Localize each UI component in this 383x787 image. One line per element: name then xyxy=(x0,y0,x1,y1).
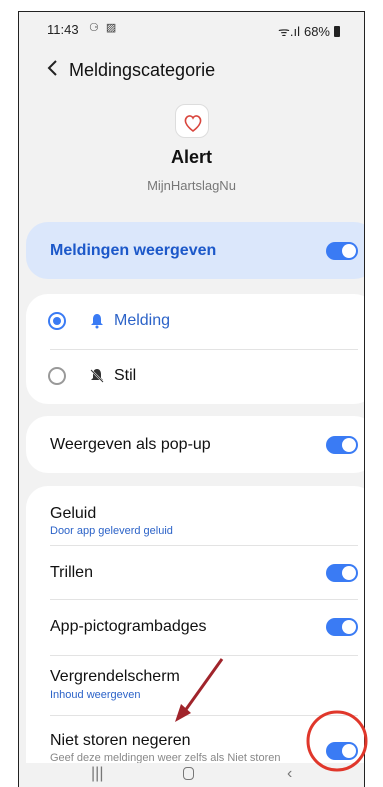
badges-toggle[interactable] xyxy=(326,618,358,636)
show-notifications-label: Meldingen weergeven xyxy=(50,242,217,259)
dnd-label: Niet storen negeren xyxy=(50,732,191,749)
heart-logo-icon xyxy=(184,115,201,133)
navigation-bar: ||| ‹ xyxy=(19,763,364,787)
page-title: Meldingscategorie xyxy=(69,60,216,80)
vibrate-row[interactable]: Trillen xyxy=(26,545,364,599)
back-arrow-icon[interactable] xyxy=(41,56,65,80)
stil-label: Stil xyxy=(114,367,137,384)
back-nav-icon[interactable]: ‹ xyxy=(287,765,292,783)
app-info: Alert MijnHartslagNu xyxy=(19,104,364,193)
vibrate-toggle[interactable] xyxy=(326,564,358,582)
bell-icon xyxy=(91,314,103,329)
status-bar: 11:43 ⚆ ▨ ᯤ.ıl 68% xyxy=(19,12,364,48)
settings-card: Geluid Door app geleverd geluid Trillen … xyxy=(26,486,364,787)
vibrate-label: Trillen xyxy=(50,564,93,581)
radio-melding[interactable] xyxy=(48,312,66,330)
home-icon[interactable] xyxy=(183,767,194,785)
lockscreen-row[interactable]: Vergrendelscherm Inhoud weergeven xyxy=(26,655,364,715)
battery-icon xyxy=(334,25,340,37)
sound-label: Geluid xyxy=(50,505,97,522)
app-package: MijnHartslagNu xyxy=(147,178,236,193)
badges-label: App-pictogrambadges xyxy=(50,618,207,635)
popup-label: Weergeven als pop-up xyxy=(50,436,211,453)
lockscreen-sub: Inhoud weergeven xyxy=(50,689,141,701)
radio-stil[interactable] xyxy=(48,367,66,385)
popup-card[interactable]: Weergeven als pop-up xyxy=(26,416,364,473)
signal-icon: ᯤ.ıl xyxy=(277,24,300,39)
alert-type-card: Melding Stil xyxy=(26,294,364,404)
recent-apps-icon[interactable]: ||| xyxy=(91,765,103,783)
melding-label: Melding xyxy=(114,312,171,329)
show-notifications-toggle[interactable] xyxy=(326,242,358,260)
status-right: ᯤ.ıl 68% xyxy=(278,22,340,40)
phone-screen: 11:43 ⚆ ▨ ᯤ.ıl 68% Meldingscategorie Ale… xyxy=(18,11,365,787)
dnd-toggle[interactable] xyxy=(326,742,358,760)
lockscreen-label: Vergrendelscherm xyxy=(50,668,180,685)
popup-toggle[interactable] xyxy=(326,436,358,454)
header: Meldingscategorie xyxy=(19,52,364,92)
alert-option-stil[interactable]: Stil xyxy=(26,349,364,404)
alert-option-melding[interactable]: Melding xyxy=(26,294,364,349)
sound-sub: Door app geleverd geluid xyxy=(50,525,173,537)
badges-row[interactable]: App-pictogrambadges xyxy=(26,599,364,655)
sound-row[interactable]: Geluid Door app geleverd geluid xyxy=(26,486,364,545)
bell-off-icon xyxy=(90,369,104,383)
status-time: 11:43 xyxy=(47,22,79,37)
status-notification-icons: ⚆ ▨ xyxy=(89,22,119,34)
app-icon xyxy=(174,104,209,138)
show-notifications-card[interactable]: Meldingen weergeven xyxy=(26,222,364,279)
app-name: Alert xyxy=(170,147,212,167)
battery-percent: 68% xyxy=(303,23,330,39)
